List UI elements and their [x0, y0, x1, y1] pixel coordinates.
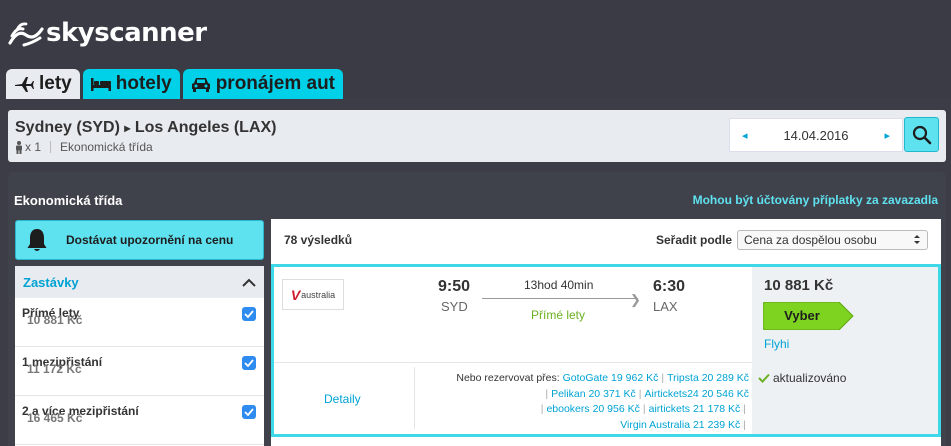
tab-car-hire[interactable]: pronájem aut	[182, 69, 344, 99]
airline-logo: V australia	[282, 279, 344, 310]
arrow-right-icon: ❯	[630, 292, 641, 307]
sort-label: Seřadit podle	[655, 232, 732, 247]
filter-price: 16 465 Kč	[27, 411, 83, 425]
offer-gotogate[interactable]: GotoGate 19 962 Kč	[563, 372, 659, 384]
airline-logo-text: australia	[301, 289, 336, 300]
divider	[274, 362, 752, 363]
baggage-fees-link[interactable]: Mohou být účtovány příplatky za zavazadl…	[693, 193, 938, 207]
check-icon	[758, 373, 770, 383]
product-tabs: lety hotely pronájem aut	[6, 69, 346, 99]
select-flight-label: Vyber	[784, 308, 820, 323]
search-summary: Sydney (SYD) ▸ Los Angeles (LAX) x 1 Eko…	[8, 110, 946, 162]
sort-control: Seřadit podle Cena za dospělou osobu	[655, 229, 928, 250]
divider	[414, 367, 415, 429]
passenger-count: x 1	[25, 140, 42, 154]
offer-pelikan[interactable]: Pelikan 20 371 Kč	[551, 388, 636, 400]
stops-filter: Zastávky Přímé lety 10 881 Kč 1 mezipřis…	[15, 266, 264, 446]
tab-label: hotely	[115, 73, 172, 94]
stops-info: Přímé lety	[531, 308, 586, 322]
filter-price: 11 172 Kč	[27, 362, 82, 376]
flight-duration: 13hod 40min	[524, 278, 594, 292]
panel-title: Ekonomická třída	[14, 193, 123, 208]
check-icon	[244, 408, 254, 416]
filter-price: 10 881 Kč	[27, 313, 83, 327]
offer-virgin-australia[interactable]: Virgin Australia 21 239 Kč	[620, 419, 740, 431]
offer-airtickets24[interactable]: Airtickets24 20 546 Kč	[645, 388, 750, 400]
select-arrows-icon	[914, 235, 920, 244]
checkbox-one-stop[interactable]	[242, 356, 256, 370]
tab-hotels[interactable]: hotely	[82, 69, 180, 99]
checkbox-two-plus-stops[interactable]	[242, 405, 256, 419]
origin: Sydney (SYD)	[15, 119, 120, 136]
check-icon	[244, 310, 254, 318]
price-column: 10 881 Kč Vyber Flyhi aktualizováno	[752, 267, 938, 434]
divider	[50, 141, 52, 153]
flight-info: V australia 9:50 SYD 13hod 40min ❯ Přímé…	[274, 267, 752, 434]
sunrise-logo-icon	[8, 22, 44, 47]
filter-direct[interactable]: Přímé lety 10 881 Kč	[15, 298, 264, 347]
sort-select[interactable]: Cena za dospělou osobu	[737, 229, 928, 250]
stops-filter-title: Zastávky	[23, 274, 79, 290]
site-header: skyscanner lety hotely pronájem aut	[0, 0, 951, 99]
departure-airport: SYD	[441, 299, 468, 314]
other-booking-options: Nebo rezervovat přes: GotoGate 19 962 Kč…	[456, 372, 750, 431]
date-picker[interactable]: ◂ 14.04.2016 ▸	[729, 118, 903, 152]
tab-label: pronájem aut	[215, 73, 336, 94]
flight-result-card[interactable]: V australia 9:50 SYD 13hod 40min ❯ Přímé…	[271, 264, 941, 437]
chevron-up-icon	[242, 278, 256, 287]
results-list: 78 výsledků Seřadit podle Cena za dospěl…	[271, 219, 941, 446]
checkbox-direct[interactable]	[242, 307, 256, 321]
flight-price: 10 881 Kč	[764, 277, 834, 294]
offer-tripsta[interactable]: Tripsta 20 289 Kč	[667, 372, 749, 384]
search-details: x 1 Ekonomická třída	[15, 140, 153, 154]
departure-time: 9:50	[438, 278, 471, 295]
tab-label: lety	[39, 73, 72, 94]
skyscanner-logo[interactable]: skyscanner	[8, 18, 207, 48]
results-panel: Ekonomická třída Mohou být účtovány příp…	[8, 172, 946, 446]
stops-filter-header[interactable]: Zastávky	[15, 266, 264, 298]
select-flight-button[interactable]: Vyber	[763, 302, 854, 330]
bell-icon	[27, 229, 47, 251]
cabin-class: Ekonomická třída	[60, 140, 153, 154]
other-booking-label: Nebo rezervovat přes:	[456, 372, 560, 384]
travel-date[interactable]: 14.04.2016	[783, 128, 848, 143]
results-count: 78 výsledků	[284, 232, 353, 247]
offer-ebookers[interactable]: ebookers 20 956 Kč	[546, 403, 639, 415]
check-icon	[244, 359, 254, 367]
route-title[interactable]: Sydney (SYD) ▸ Los Angeles (LAX)	[15, 119, 277, 137]
filter-one-stop[interactable]: 1 mezipřistání 11 172 Kč	[15, 347, 264, 396]
search-icon	[912, 125, 931, 144]
arrival-time: 6:30	[653, 278, 686, 295]
bed-icon	[90, 78, 111, 91]
details-link[interactable]: Detaily	[324, 392, 361, 406]
arrival-airport: LAX	[653, 299, 678, 314]
updated-label: aktualizováno	[773, 371, 847, 385]
car-icon	[191, 78, 210, 92]
updated-status: aktualizováno	[758, 371, 846, 385]
results-header: 78 výsledků Seřadit podle Cena za dospěl…	[271, 219, 941, 260]
brand-name: skyscanner	[46, 18, 207, 48]
provider-link[interactable]: Flyhi	[764, 337, 789, 351]
sort-value: Cena za dospělou osobu	[744, 232, 877, 247]
price-alert-button[interactable]: Dostávat upozornění na cenu	[15, 220, 264, 260]
plane-icon	[15, 77, 34, 92]
offer-airtickets[interactable]: airtickets 21 178 Kč	[649, 403, 741, 415]
destination: Los Angeles (LAX)	[134, 119, 277, 136]
tab-flights[interactable]: lety	[6, 69, 80, 99]
price-alert-label: Dostávat upozornění na cenu	[66, 233, 234, 247]
airline-logo-mark: V	[290, 286, 301, 303]
route-arrow-icon: ▸	[124, 121, 131, 135]
search-button[interactable]	[904, 117, 939, 152]
passenger-icon	[16, 140, 22, 154]
prev-date-icon[interactable]: ◂	[742, 129, 748, 142]
next-date-icon[interactable]: ▸	[884, 129, 890, 142]
filter-two-plus-stops[interactable]: 2 a více mezipřistání 16 465 Kč	[15, 396, 264, 445]
route-line	[482, 298, 638, 299]
